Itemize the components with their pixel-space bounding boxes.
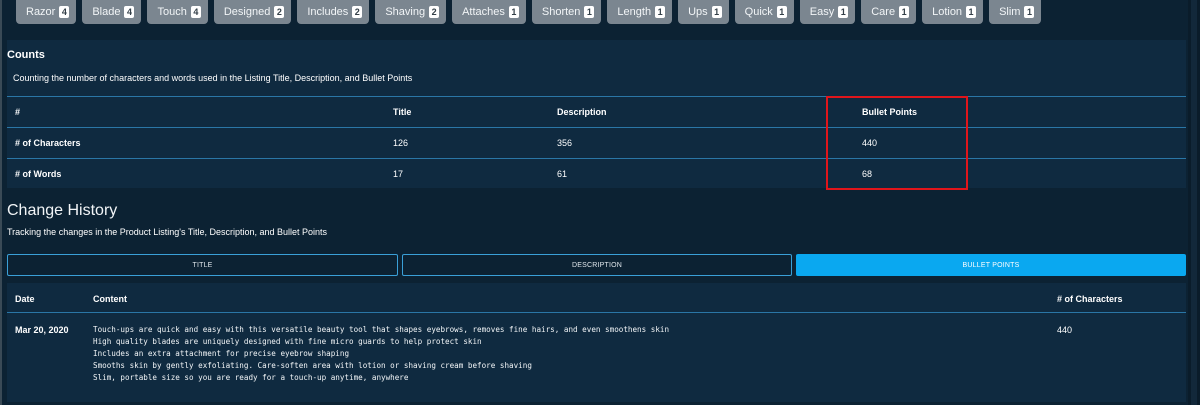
keyword-count-badge: 1	[776, 6, 787, 18]
tab-description[interactable]: DESCRIPTION	[402, 254, 792, 276]
table-row: # of Words 17 61 68	[7, 158, 1186, 189]
counts-title: Counts	[7, 49, 45, 61]
history-header-row: Date Content # of Characters	[7, 288, 1186, 313]
keyword-label: Razor	[26, 6, 56, 18]
keyword-label: Ups	[688, 6, 708, 18]
keyword-label: Attaches	[462, 6, 505, 18]
scrollbar[interactable]	[1188, 0, 1200, 405]
keyword-label: Includes	[307, 6, 349, 18]
counts-table: # Title Description Bullet Points # of C…	[7, 96, 1186, 189]
history-content: Touch-ups are quick and easy with this v…	[93, 324, 1033, 384]
keyword-chip[interactable]: Quick 1	[734, 0, 794, 24]
bullet-line: Includes an extra attachment for precise…	[93, 349, 350, 358]
keyword-label: Shorten	[541, 6, 581, 18]
description-count: 356	[557, 138, 573, 148]
history-character-count: 440	[1057, 325, 1073, 335]
column-header-hash: #	[15, 107, 21, 117]
keyword-label: Slim	[999, 6, 1021, 18]
keyword-count-badge: 1	[584, 6, 595, 18]
keyword-label: Shaving	[385, 6, 426, 18]
keyword-label: Length	[617, 6, 652, 18]
keyword-chip[interactable]: Shorten 1	[531, 0, 602, 24]
keyword-chip[interactable]: Ups 1	[678, 0, 729, 24]
keyword-chip[interactable]: Slim 1	[989, 0, 1042, 24]
counts-description: Counting the number of characters and wo…	[13, 73, 413, 83]
column-header-title: Title	[393, 107, 412, 117]
keyword-chip[interactable]: Touch 4	[147, 0, 208, 24]
keyword-chip[interactable]: Designed 2	[213, 0, 292, 24]
scrollbar-thumb[interactable]	[1191, 0, 1197, 405]
column-header-characters: # of Characters	[1057, 294, 1123, 304]
row-label: # of Characters	[15, 138, 81, 148]
keyword-chip[interactable]: Shaving 2	[375, 0, 447, 24]
keyword-count-badge: 1	[1024, 6, 1035, 18]
table-row: Mar 20, 2020 Touch-ups are quick and eas…	[7, 314, 1186, 402]
title-count: 17	[393, 169, 404, 179]
keyword-label: Easy	[809, 6, 835, 18]
change-history-description: Tracking the changes in the Product List…	[7, 227, 328, 237]
highlight-box	[826, 96, 968, 190]
keyword-count-badge: 1	[838, 6, 849, 18]
keyword-count-badge: 4	[59, 6, 70, 18]
keyword-label: Quick	[744, 6, 773, 18]
keyword-count-badge: 4	[190, 6, 201, 18]
keyword-chip[interactable]: Razor 4	[16, 0, 77, 24]
keyword-chip[interactable]: Lotion 1	[922, 0, 984, 24]
left-border	[0, 0, 2, 405]
keyword-count-badge: 1	[711, 6, 722, 18]
keyword-label: Care	[871, 6, 896, 18]
title-count: 126	[393, 138, 409, 148]
counts-header-row: # Title Description Bullet Points	[7, 96, 1186, 127]
keyword-count-badge: 1	[508, 6, 519, 18]
keyword-count-badge: 2	[429, 6, 440, 18]
change-history-title: Change History	[7, 202, 118, 219]
bullet-line: Slim, portable size so you are ready for…	[93, 373, 409, 382]
column-header-content: Content	[93, 294, 127, 304]
keyword-label: Blade	[92, 6, 121, 18]
history-tabs: TITLE DESCRIPTION BULLET POINTS	[7, 254, 1186, 276]
keyword-count-badge: 1	[655, 6, 666, 18]
tab-title[interactable]: TITLE	[7, 254, 398, 276]
keyword-label: Designed	[223, 6, 271, 18]
keyword-chip[interactable]: Length 1	[607, 0, 673, 24]
bullet-line: Smooths skin by gently exfoliating. Care…	[93, 361, 532, 370]
history-date: Mar 20, 2020	[15, 325, 69, 335]
keyword-count-badge: 4	[124, 6, 135, 18]
keyword-chips: Razor 4 Blade 4 Touch 4 Designed 2 Includes 2…	[16, 0, 1047, 24]
keyword-chip[interactable]: Includes 2	[297, 0, 370, 24]
keyword-chip[interactable]: Easy 1	[799, 0, 856, 24]
keyword-label: Lotion	[932, 6, 963, 18]
bullet-line: Touch-ups are quick and easy with this v…	[93, 325, 670, 334]
keyword-count-badge: 1	[966, 6, 977, 18]
description-count: 61	[557, 169, 568, 179]
table-row: # of Characters 126 356 440	[7, 127, 1186, 158]
keyword-label: Touch	[157, 6, 187, 18]
keyword-count-badge: 2	[274, 6, 285, 18]
column-header-description: Description	[557, 107, 607, 117]
keyword-chip[interactable]: Attaches 1	[452, 0, 526, 24]
keyword-chip[interactable]: Care 1	[861, 0, 917, 24]
bullet-line: High quality blades are uniquely designe…	[93, 337, 482, 346]
keyword-count-badge: 2	[352, 6, 363, 18]
column-header-date: Date	[15, 294, 35, 304]
keyword-chip[interactable]: Blade 4	[82, 0, 142, 24]
row-label: # of Words	[15, 169, 62, 179]
tab-bullet-points[interactable]: BULLET POINTS	[796, 254, 1186, 276]
keyword-count-badge: 1	[899, 6, 910, 18]
